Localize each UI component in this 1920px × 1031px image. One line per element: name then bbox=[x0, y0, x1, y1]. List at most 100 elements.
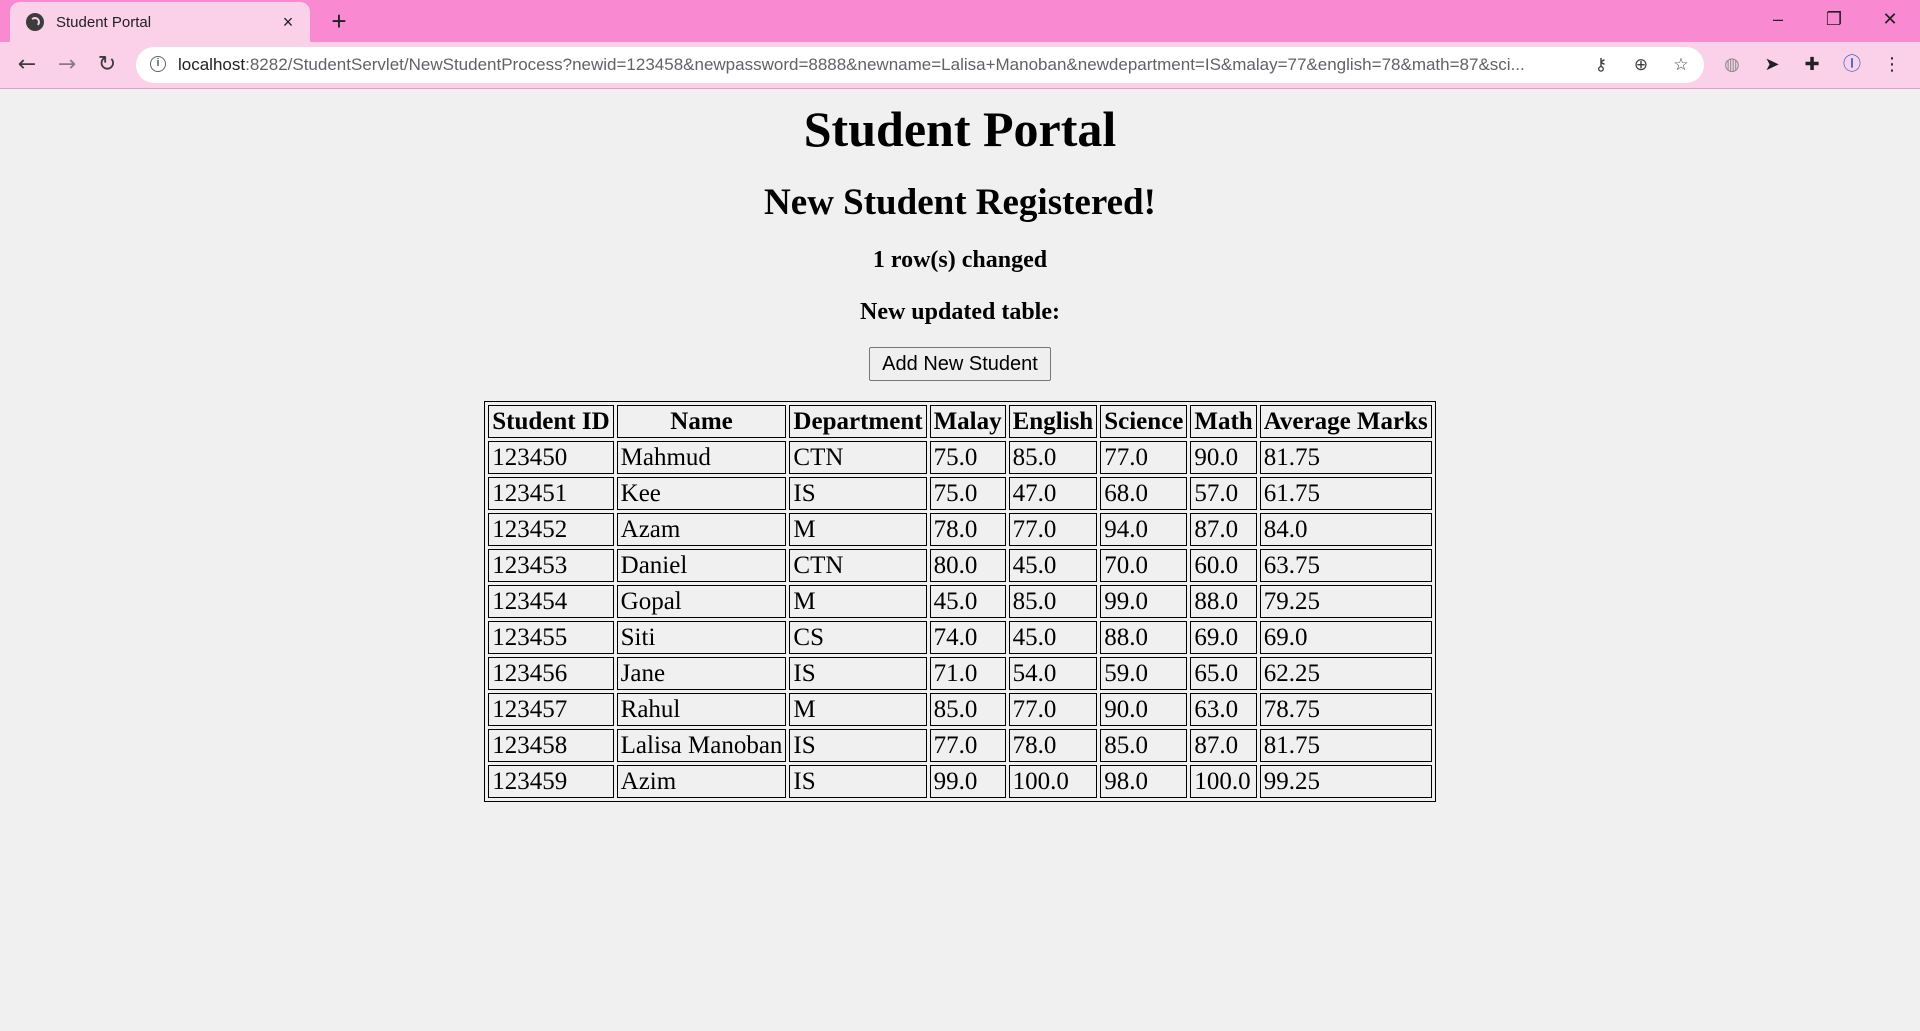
table-cell: 77.0 bbox=[1100, 441, 1188, 474]
address-bar[interactable]: i localhost:8282/StudentServlet/NewStude… bbox=[136, 47, 1704, 83]
back-icon[interactable]: ← bbox=[12, 50, 42, 80]
table-cell: 123459 bbox=[488, 765, 614, 798]
table-cell: 63.75 bbox=[1259, 549, 1432, 582]
table-cell: 123455 bbox=[488, 621, 614, 654]
column-header: Science bbox=[1100, 405, 1188, 438]
bookmark-star-icon[interactable]: ☆ bbox=[1668, 53, 1694, 77]
table-cell: IS bbox=[789, 477, 927, 510]
extensions-puzzle-icon[interactable]: ✚ bbox=[1799, 52, 1825, 78]
profile-icon[interactable]: Ⓘ bbox=[1839, 52, 1865, 78]
table-row: 123450 Mahmud CTN 75.0 85.0 77.0 90.0 81.75 bbox=[488, 441, 1432, 474]
table-cell: Kee bbox=[616, 477, 787, 510]
table-cell: 123450 bbox=[488, 441, 614, 474]
extension-globe-icon[interactable]: ◍ bbox=[1719, 52, 1745, 78]
menu-icon[interactable]: ⋮ bbox=[1879, 52, 1905, 78]
table-cell: 68.0 bbox=[1100, 477, 1188, 510]
key-icon[interactable]: ⚷ bbox=[1588, 53, 1614, 77]
table-cell: 54.0 bbox=[1008, 657, 1098, 690]
table-cell: 99.0 bbox=[929, 765, 1006, 798]
students-table: Student ID Name Department Malay English Scie… bbox=[484, 401, 1436, 802]
table-cell: M bbox=[789, 513, 927, 546]
column-header: Malay bbox=[929, 405, 1006, 438]
url-text[interactable]: localhost:8282/StudentServlet/NewStudent… bbox=[178, 55, 1568, 75]
browser-tab[interactable]: Student Portal × bbox=[10, 2, 310, 42]
table-cell: 45.0 bbox=[1008, 549, 1098, 582]
reload-icon[interactable]: ↻ bbox=[92, 50, 122, 80]
table-cell: 45.0 bbox=[929, 585, 1006, 618]
table-cell: 70.0 bbox=[1100, 549, 1188, 582]
rows-changed-text: 1 row(s) changed bbox=[872, 247, 1048, 273]
table-cell: 123458 bbox=[488, 729, 614, 762]
table-cell: 45.0 bbox=[1008, 621, 1098, 654]
zoom-icon[interactable]: ⊕ bbox=[1628, 53, 1654, 77]
add-new-student-button[interactable]: Add New Student bbox=[869, 347, 1051, 381]
table-row: 123457 Rahul M 85.0 77.0 90.0 63.0 78.75 bbox=[488, 693, 1432, 726]
table-cell: 57.0 bbox=[1190, 477, 1257, 510]
table-cell: 81.75 bbox=[1259, 441, 1432, 474]
page-content: Student Portal New Student Registered! 1… bbox=[0, 89, 1920, 1031]
table-cell: Jane bbox=[616, 657, 787, 690]
table-cell: IS bbox=[789, 729, 927, 762]
table-cell: IS bbox=[789, 657, 927, 690]
table-cell: CTN bbox=[789, 441, 927, 474]
table-cell: Rahul bbox=[616, 693, 787, 726]
table-cell: Siti bbox=[616, 621, 787, 654]
table-cell: 85.0 bbox=[929, 693, 1006, 726]
window-close-button[interactable]: ✕ bbox=[1862, 0, 1918, 40]
forward-icon[interactable]: → bbox=[52, 50, 82, 80]
table-cell: 99.25 bbox=[1259, 765, 1432, 798]
success-heading: New Student Registered! bbox=[764, 182, 1156, 223]
table-cell: 100.0 bbox=[1008, 765, 1098, 798]
table-cell: M bbox=[789, 693, 927, 726]
restore-button[interactable]: ❐ bbox=[1806, 0, 1862, 40]
column-header: Average Marks bbox=[1259, 405, 1432, 438]
table-cell: 90.0 bbox=[1190, 441, 1257, 474]
column-header: Name bbox=[616, 405, 787, 438]
table-row: 123453 Daniel CTN 80.0 45.0 70.0 60.0 63.75 bbox=[488, 549, 1432, 582]
table-cell: 79.25 bbox=[1259, 585, 1432, 618]
tab-title: Student Portal bbox=[56, 13, 152, 31]
table-cell: 61.75 bbox=[1259, 477, 1432, 510]
table-cell: 123457 bbox=[488, 693, 614, 726]
table-cell: 63.0 bbox=[1190, 693, 1257, 726]
table-cell: 47.0 bbox=[1008, 477, 1098, 510]
site-info-icon[interactable]: i bbox=[150, 56, 166, 72]
table-cell: Azam bbox=[616, 513, 787, 546]
table-cell: 88.0 bbox=[1190, 585, 1257, 618]
table-cell: 62.25 bbox=[1259, 657, 1432, 690]
table-caption: New updated table: bbox=[859, 299, 1060, 325]
table-cell: 88.0 bbox=[1100, 621, 1188, 654]
table-cell: 69.0 bbox=[1259, 621, 1432, 654]
table-cell: 98.0 bbox=[1100, 765, 1188, 798]
table-body: 123450 Mahmud CTN 75.0 85.0 77.0 90.0 81.75 1234… bbox=[488, 441, 1432, 798]
table-cell: 78.0 bbox=[929, 513, 1006, 546]
url-host: localhost bbox=[178, 55, 246, 74]
column-header: Department bbox=[789, 405, 927, 438]
extension-cursor-icon[interactable]: ➤ bbox=[1759, 52, 1785, 78]
table-cell: M bbox=[789, 585, 927, 618]
table-cell: 85.0 bbox=[1008, 441, 1098, 474]
table-row: 123454 Gopal M 45.0 85.0 99.0 88.0 79.25 bbox=[488, 585, 1432, 618]
table-cell: 123453 bbox=[488, 549, 614, 582]
table-cell: 78.75 bbox=[1259, 693, 1432, 726]
table-row: 123455 Siti CS 74.0 45.0 88.0 69.0 69.0 bbox=[488, 621, 1432, 654]
table-cell: 71.0 bbox=[929, 657, 1006, 690]
table-cell: Lalisa Manoban bbox=[616, 729, 787, 762]
table-cell: 123452 bbox=[488, 513, 614, 546]
table-cell: 94.0 bbox=[1100, 513, 1188, 546]
new-tab-button[interactable]: + bbox=[325, 7, 353, 35]
table-cell: Azim bbox=[616, 765, 787, 798]
table-cell: 85.0 bbox=[1008, 585, 1098, 618]
table-cell: 75.0 bbox=[929, 477, 1006, 510]
table-cell: 81.75 bbox=[1259, 729, 1432, 762]
table-row: 123459 Azim IS 99.0 100.0 98.0 100.0 99.25 bbox=[488, 765, 1432, 798]
table-row: 123458 Lalisa Manoban IS 77.0 78.0 85.0 87.0 81… bbox=[488, 729, 1432, 762]
column-header: Math bbox=[1190, 405, 1257, 438]
table-cell: 77.0 bbox=[929, 729, 1006, 762]
minimize-button[interactable]: – bbox=[1750, 0, 1806, 40]
close-tab-icon[interactable]: × bbox=[276, 10, 300, 34]
table-cell: 84.0 bbox=[1259, 513, 1432, 546]
table-cell: CS bbox=[789, 621, 927, 654]
table-cell: 87.0 bbox=[1190, 513, 1257, 546]
table-cell: 59.0 bbox=[1100, 657, 1188, 690]
